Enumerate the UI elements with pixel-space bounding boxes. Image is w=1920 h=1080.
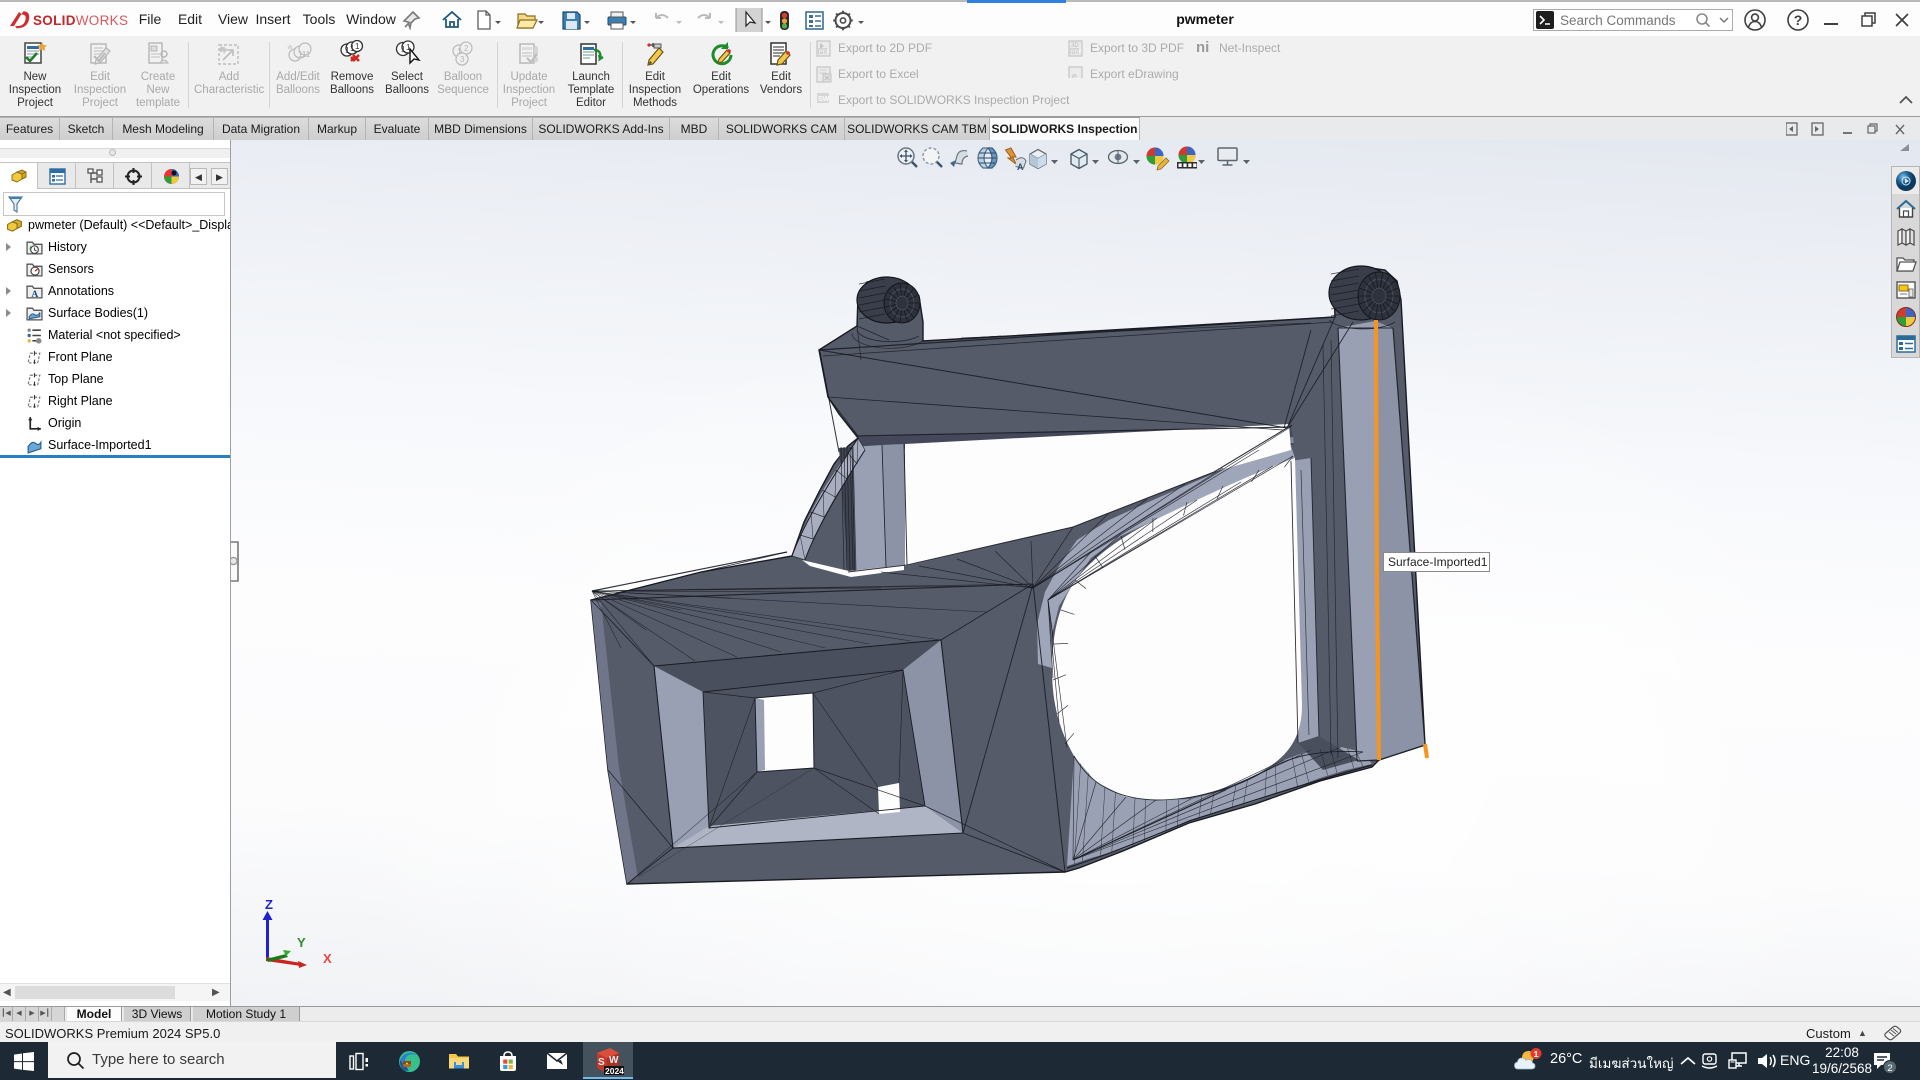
svg-text:?: ? xyxy=(1794,12,1803,28)
svg-text:111: 111 xyxy=(298,50,311,59)
svg-text:1: 1 xyxy=(1534,1049,1539,1059)
svg-text:W: W xyxy=(609,1055,619,1066)
svg-text:2: 2 xyxy=(464,44,469,53)
svg-text:X: X xyxy=(323,951,332,966)
svg-text:SOLIDWORKS: SOLIDWORKS xyxy=(33,13,128,28)
svg-text:2: 2 xyxy=(1887,1063,1892,1074)
svg-text:Y: Y xyxy=(297,935,306,950)
svg-text:3: 3 xyxy=(460,55,465,64)
svg-text:A: A xyxy=(31,289,38,300)
svg-text:Z: Z xyxy=(265,897,273,912)
svg-text:PDF: PDF xyxy=(1071,50,1083,56)
svg-text:1: 1 xyxy=(355,42,360,51)
svg-text:3D: 3D xyxy=(1071,43,1079,49)
svg-text:SW: SW xyxy=(818,96,830,103)
svg-text:S: S xyxy=(598,1057,605,1068)
svg-text:A: A xyxy=(1017,162,1024,172)
svg-text:e: e xyxy=(1072,71,1077,78)
svg-text:2024: 2024 xyxy=(605,1066,624,1076)
svg-text:PDF: PDF xyxy=(819,50,831,56)
